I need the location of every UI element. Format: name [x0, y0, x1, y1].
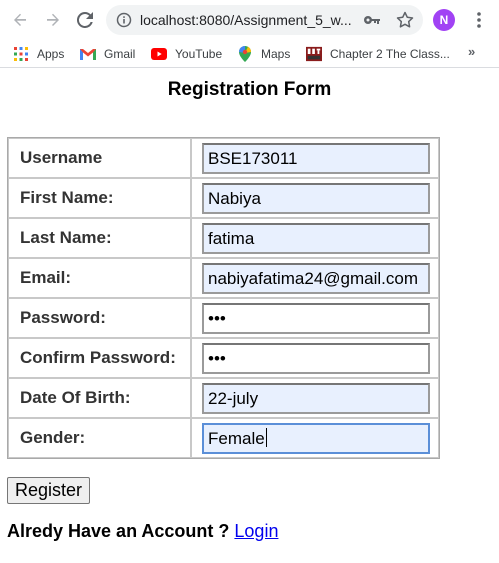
- confirm-password-input[interactable]: •••: [202, 342, 430, 374]
- email-input[interactable]: nabiyafatima24@gmail.com: [202, 262, 430, 294]
- register-button[interactable]: Register: [7, 477, 91, 504]
- reload-button[interactable]: [74, 9, 96, 31]
- form-row-confirm-password: Confirm Password: •••: [8, 338, 439, 378]
- gender-input[interactable]: Female: [202, 422, 430, 454]
- bookmark-maps[interactable]: Maps: [237, 44, 290, 64]
- form-row-date-of-birth: Date Of Birth: 22-july: [8, 378, 439, 418]
- youtube-icon: [151, 46, 167, 62]
- reload-icon: [77, 12, 93, 28]
- bookmark-gmail[interactable]: Gmail: [80, 44, 135, 64]
- gender-label: Gender:: [8, 418, 191, 458]
- form-row-first-name: First Name: Nabiya: [8, 178, 439, 218]
- last-name-input[interactable]: fatima: [202, 222, 430, 254]
- account-text: Alredy Have an Account ?: [7, 521, 230, 541]
- form-row-email: Email: nabiyafatima24@gmail.com: [8, 258, 439, 298]
- bookmark-label: Chapter 2 The Class...: [330, 47, 450, 61]
- kebab-menu-icon: [477, 12, 481, 28]
- site-info-icon[interactable]: [116, 12, 132, 33]
- forward-arrow-icon: [47, 13, 59, 26]
- bookmark-label: Maps: [261, 47, 291, 61]
- date-of-birth-input[interactable]: 22-july: [202, 382, 430, 414]
- browser-toolbar: localhost:8080/Assignment_5_w... N: [0, 0, 499, 39]
- key-icon[interactable]: [363, 12, 381, 33]
- last-name-label: Last Name:: [8, 218, 191, 258]
- password-input[interactable]: •••: [202, 302, 430, 334]
- apps-grid-icon: [13, 46, 29, 62]
- back-button[interactable]: [9, 9, 31, 31]
- form-row-password: Password: •••: [8, 298, 439, 338]
- bookmark-chapter2[interactable]: Chapter 2 The Class...: [306, 44, 450, 64]
- browser-menu-button[interactable]: [468, 9, 490, 31]
- bookmark-youtube[interactable]: YouTube: [151, 44, 222, 64]
- url-text[interactable]: localhost:8080/Assignment_5_w...: [140, 12, 352, 28]
- first-name-input[interactable]: Nabiya: [202, 182, 430, 214]
- address-bar[interactable]: localhost:8080/Assignment_5_w...: [106, 5, 423, 35]
- username-input[interactable]: BSE173011: [202, 142, 430, 174]
- form-row-last-name: Last Name: fatima: [8, 218, 439, 258]
- bookmark-apps[interactable]: Apps: [13, 44, 64, 64]
- bookmarks-bar: Apps Gmail YouTube Maps Chapter 2 The Cl…: [0, 39, 499, 68]
- bookmark-label: YouTube: [175, 47, 223, 61]
- email-label: Email:: [8, 258, 191, 298]
- gender-value: Female: [208, 428, 265, 448]
- password-label: Password:: [8, 298, 191, 338]
- bookmark-label: Gmail: [104, 47, 136, 61]
- forward-button[interactable]: [42, 9, 64, 31]
- form-row-username: Username BSE173011: [8, 138, 439, 178]
- bookmark-star-icon[interactable]: [396, 11, 414, 34]
- back-arrow-icon: [14, 13, 26, 26]
- account-prompt: Alredy Have an Account ? Login: [7, 521, 278, 542]
- gmail-icon: [80, 46, 96, 62]
- date-of-birth-label: Date Of Birth:: [8, 378, 191, 418]
- form-row-gender: Gender: Female: [8, 418, 439, 458]
- bookmark-label: Apps: [37, 47, 65, 61]
- profile-avatar[interactable]: N: [433, 9, 455, 31]
- first-name-label: First Name:: [8, 178, 191, 218]
- registration-table: Username BSE173011 First Name: Nabiya La…: [7, 137, 440, 459]
- confirm-password-label: Confirm Password:: [8, 338, 191, 378]
- text-caret: [265, 427, 267, 447]
- username-label: Username: [8, 138, 191, 178]
- mit-ocw-icon: [306, 46, 322, 62]
- login-link[interactable]: Login: [234, 521, 278, 541]
- page-title: Registration Form: [167, 79, 332, 100]
- maps-icon: [237, 46, 253, 62]
- more-bookmarks-button[interactable]: »: [468, 44, 475, 59]
